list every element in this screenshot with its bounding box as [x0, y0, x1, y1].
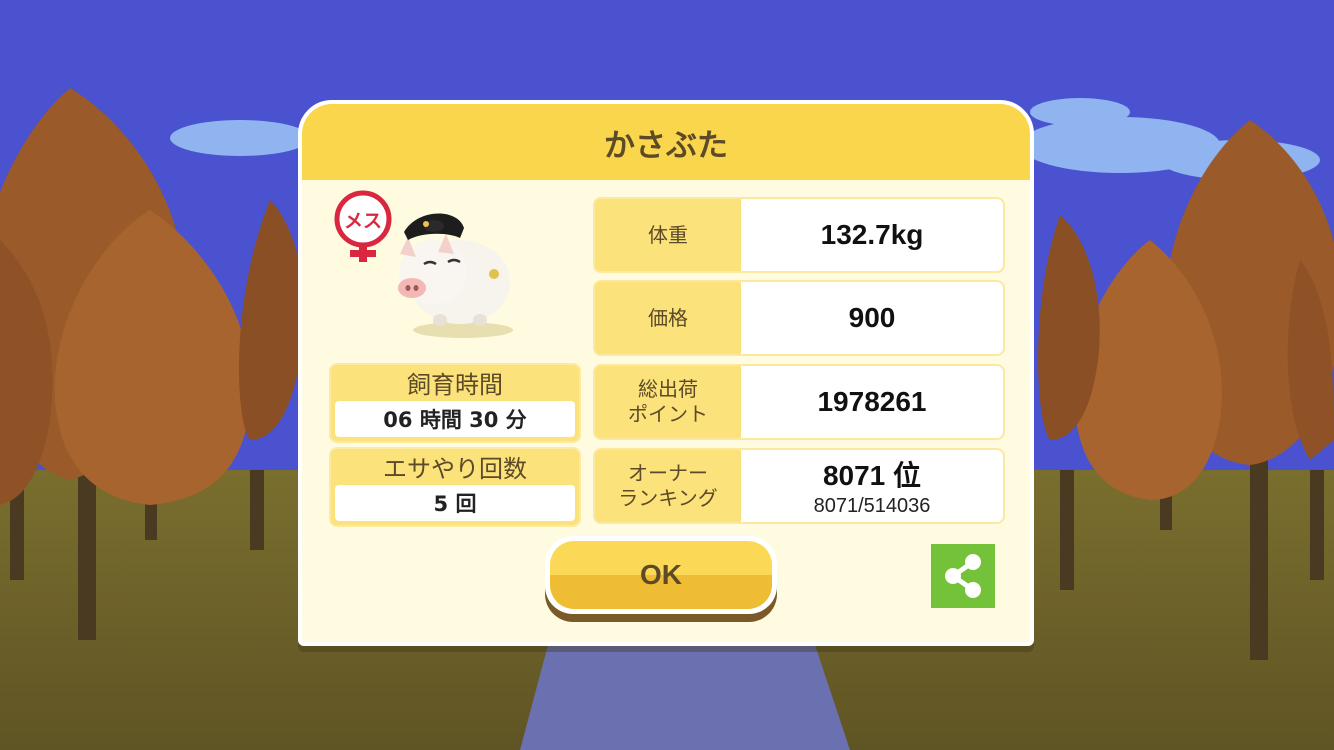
feed-count-value: 5 回	[335, 485, 575, 521]
weight-row: 体重 132.7kg	[593, 197, 1005, 273]
total-shipment-points-label: 総出荷 ポイント	[628, 377, 708, 426]
ok-button-label: OK	[640, 559, 682, 590]
owner-ranking-row: オーナー ランキング 8071 位 8071/514036	[593, 448, 1005, 524]
pig-icon	[398, 213, 513, 338]
rearing-time-value: 06 時間 30 分	[335, 401, 575, 437]
pig-name: かさぶた	[604, 127, 728, 164]
rearing-time-label: 飼育時間	[407, 370, 503, 399]
price-label: 価格	[648, 305, 688, 330]
feed-count-label: エサやり回数	[383, 454, 527, 483]
pig-info-dialog: かさぶた メス 飼育時間 06 時間 30 分 エサやり回数 5 回 体重 13…	[298, 100, 1034, 646]
price-value: 900	[848, 302, 896, 333]
weight-value: 132.7kg	[820, 219, 924, 250]
rearing-time-box: 飼育時間 06 時間 30 分	[329, 363, 581, 443]
ok-button[interactable]: OK	[545, 536, 777, 614]
owner-ranking-label: オーナー ランキング	[618, 461, 718, 510]
total-shipment-points-value: 1978261	[817, 386, 927, 417]
title-bar: かさぶた	[302, 104, 1030, 180]
weight-label: 体重	[648, 222, 688, 247]
share-button[interactable]	[931, 544, 995, 608]
owner-ranking-detail: 8071/514036	[813, 495, 931, 517]
feed-count-box: エサやり回数 5 回	[329, 447, 581, 527]
owner-ranking-value: 8071 位	[822, 460, 922, 491]
total-shipment-points-row: 総出荷 ポイント 1978261	[593, 364, 1005, 440]
share-icon	[945, 554, 981, 598]
gender-badge-label: メス	[344, 210, 382, 232]
price-row: 価格 900	[593, 280, 1005, 356]
female-icon: メス	[334, 190, 392, 262]
